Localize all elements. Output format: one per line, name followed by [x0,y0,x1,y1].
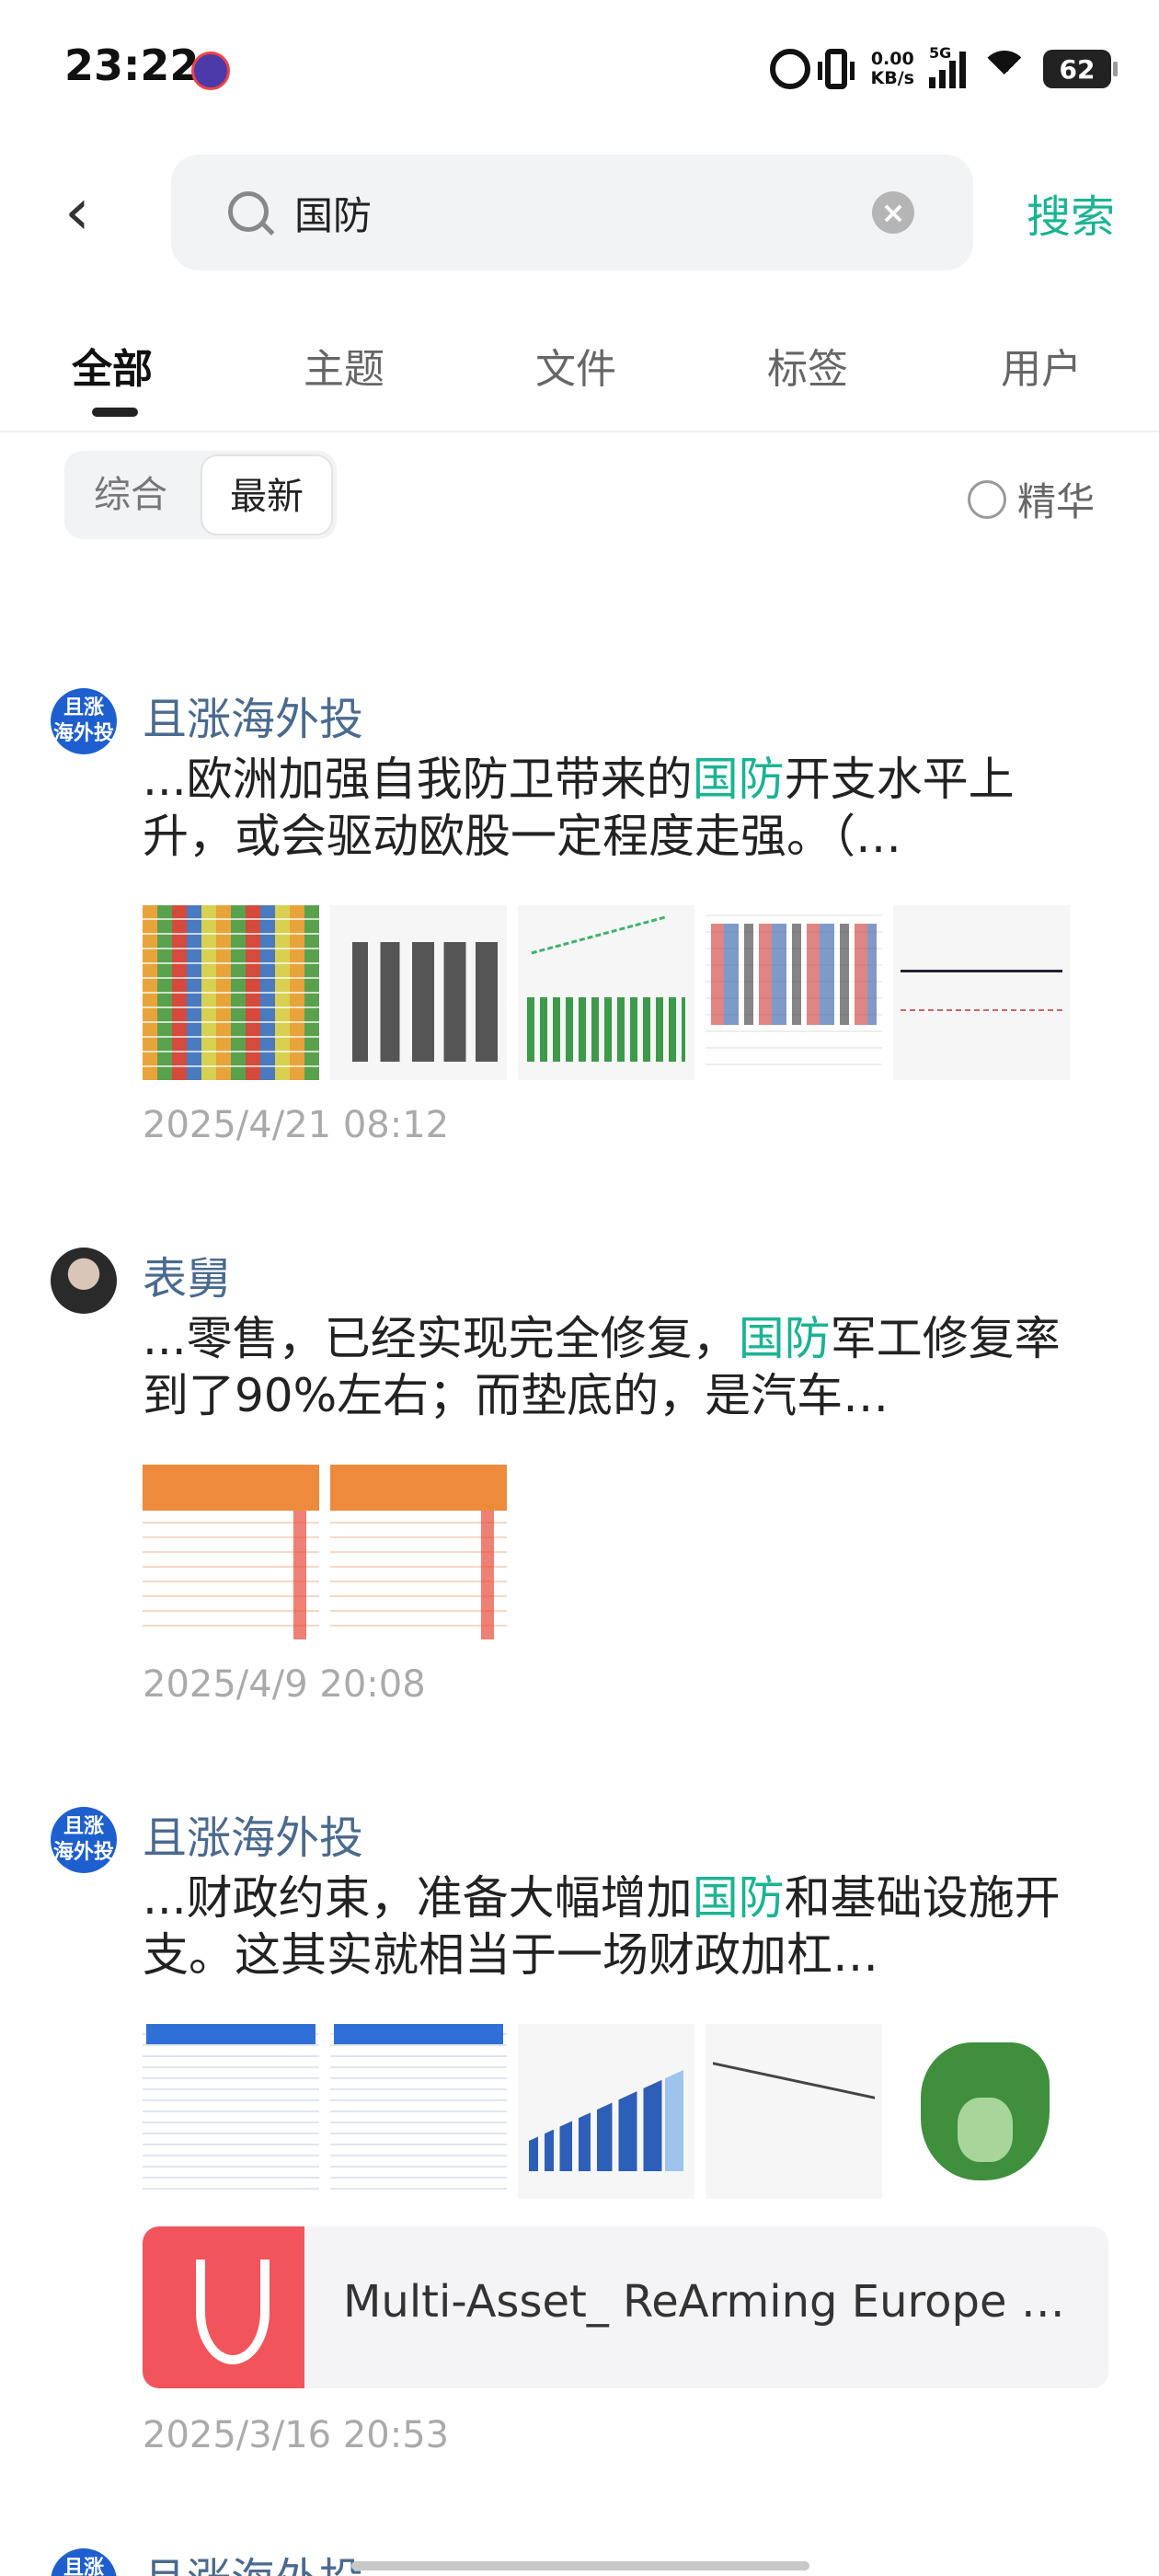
author-name[interactable]: 且涨海外投 [143,683,363,747]
tab-users[interactable]: 用户 [1001,336,1082,395]
category-tabs: 全部 主题 文件 标签 用户 [0,327,1159,428]
cellular-signal-icon: 5G [929,44,966,88]
file-attachment[interactable]: Multi-Asset_ ReArming Europe … [143,2226,1108,2388]
image-thumbnail[interactable] [518,905,694,1080]
app-notification-icon [191,52,230,90]
image-thumbnail[interactable] [518,2024,694,2199]
sort-segmented-control: 综合 最新 [64,451,337,539]
radio-icon[interactable] [967,479,1006,519]
image-thumbnail[interactable] [893,2024,1070,2199]
home-indicator[interactable] [351,2561,809,2570]
author-name[interactable]: 且涨海外投 [143,1801,363,1866]
wifi-icon [981,51,1028,87]
snippet-text: ...财政约束，准备大幅增加 [143,1871,693,1925]
net-speed: 0.00 KB/s [871,50,914,88]
sort-option-comprehensive[interactable]: 综合 [64,451,197,539]
avatar[interactable] [51,1248,117,1314]
tab-topics[interactable]: 主题 [304,336,384,395]
status-bar: 23:22 0.00 KB/s 5G 62 [0,0,1159,138]
search-icon [228,191,269,232]
image-thumbnail[interactable] [706,905,882,1080]
post-date: 2025/4/21 08:12 [143,1104,450,1146]
image-thumbnail[interactable] [143,1465,319,1639]
snippet-text: ...零售，已经实现完全修复， [143,1312,739,1365]
image-thumbnail[interactable] [330,905,507,1080]
net-speed-value: 0.00 [870,49,914,69]
divider [0,431,1159,432]
author-name[interactable]: 且涨海外投 [143,2543,363,2576]
alarm-icon [769,49,810,89]
vibrate-icon [817,49,855,89]
post-date: 2025/4/9 20:08 [143,1663,426,1706]
image-thumbnails [143,1465,507,1639]
featured-toggle[interactable]: 精华 [967,471,1095,527]
snippet-text: ...欧洲加强自我防卫带来的 [143,753,693,806]
featured-label: 精华 [1016,479,1095,524]
search-button[interactable]: 搜索 [1027,180,1115,245]
avatar[interactable]: 且涨海外投 [51,2548,117,2576]
keyword-highlight: 国防 [692,1871,785,1925]
image-thumbnail[interactable] [893,905,1070,1080]
back-icon[interactable]: ‹ [64,179,101,244]
image-thumbnail[interactable] [330,2024,507,2199]
post-snippet[interactable]: ...欧洲加强自我防卫带来的国防开支水平上升，或会驱动欧股一定程度走强。（… [143,751,1099,865]
keyword-highlight: 国防 [692,753,785,806]
status-time: 23:22 [64,40,200,90]
author-name[interactable]: 表舅 [143,1242,231,1306]
tab-files[interactable]: 文件 [535,336,616,395]
battery-level: 62 [1059,53,1096,85]
pdf-file-icon [143,2226,304,2388]
post-date: 2025/3/16 20:53 [143,2414,450,2456]
file-name: Multi-Asset_ ReArming Europe … [343,2276,1065,2328]
status-icons: 0.00 KB/s 5G 62 [769,44,1118,92]
search-box[interactable]: × [171,155,973,270]
keyword-highlight: 国防 [738,1312,831,1365]
search-input[interactable] [294,180,809,245]
image-thumbnails [143,905,1070,1080]
image-thumbnail[interactable] [143,905,319,1080]
post-snippet[interactable]: ...零售，已经实现完全修复，国防军工修复率到了90%左右；而垫底的，是汽车… [143,1310,1099,1424]
sort-option-latest[interactable]: 最新 [201,454,333,535]
clear-icon[interactable]: × [872,191,914,234]
battery-icon: 62 [1043,50,1118,88]
image-thumbnail[interactable] [706,2024,882,2199]
image-thumbnail[interactable] [143,2024,319,2199]
tab-active-indicator [92,408,138,417]
avatar[interactable]: 且涨海外投 [51,1807,117,1873]
post-snippet[interactable]: ...财政约束，准备大幅增加国防和基础设施开支。这其实就相当于一场财政加杠… [143,1869,1099,1984]
signal-label: 5G [929,44,952,62]
net-speed-unit: KB/s [870,68,914,88]
tab-all[interactable]: 全部 [72,336,153,395]
image-thumbnails [143,2024,1070,2199]
tab-tags[interactable]: 标签 [767,336,848,395]
image-thumbnail[interactable] [330,1465,507,1639]
avatar[interactable]: 且涨海外投 [51,688,117,754]
